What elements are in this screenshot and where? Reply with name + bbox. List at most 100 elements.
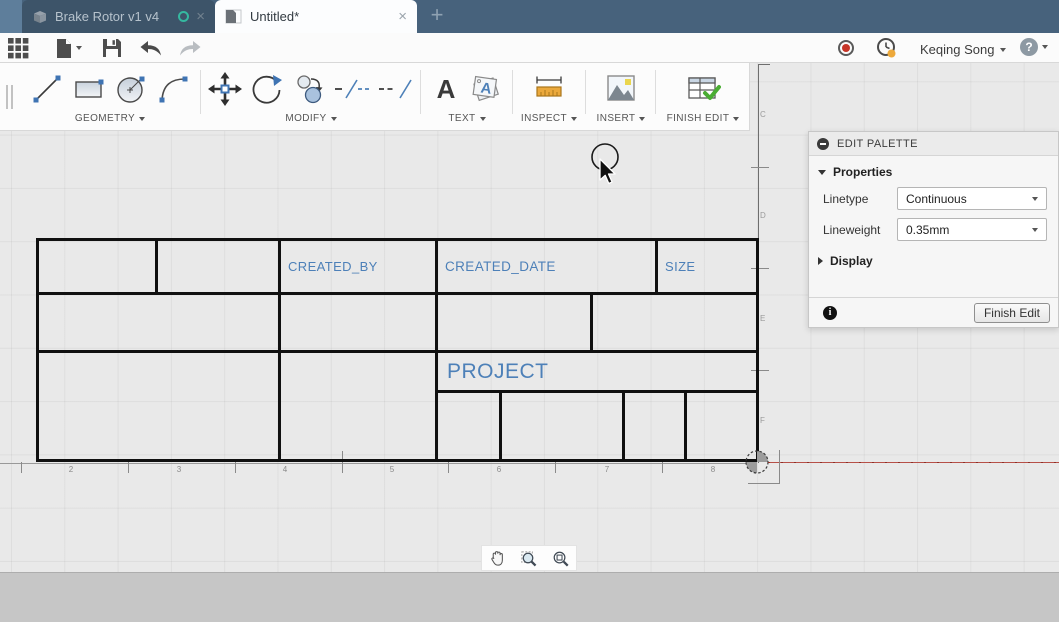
attribute-text-icon[interactable]: A	[467, 72, 503, 106]
ribbon-drag-handle[interactable]	[6, 85, 13, 109]
zone-number: 8	[710, 465, 716, 474]
title-block-cell[interactable]	[39, 241, 158, 292]
ribbon-toolbar: GEOMETRY MODIFY A A TEXT INSPECT INSERT …	[0, 63, 750, 131]
redo-icon[interactable]	[178, 37, 202, 59]
zone-letter: D	[760, 211, 766, 220]
chevron-down-icon	[639, 116, 646, 121]
group-label[interactable]: GEOMETRY	[75, 113, 135, 124]
zoom-icon[interactable]	[551, 549, 570, 568]
group-label[interactable]: TEXT	[448, 113, 475, 124]
pan-icon[interactable]	[488, 549, 507, 568]
window-bottom-bar	[0, 572, 1059, 622]
title-block-cell[interactable]: CREATED_BY	[281, 241, 438, 292]
zone-tick	[448, 462, 449, 473]
zone-letter: E	[760, 314, 766, 323]
copy-icon[interactable]	[291, 71, 327, 107]
display-section-header[interactable]: Display	[809, 245, 1058, 272]
rotate-icon[interactable]	[249, 71, 285, 107]
chevron-down-icon	[75, 46, 82, 50]
chevron-down-icon	[479, 116, 486, 121]
title-block-cell[interactable]	[625, 393, 687, 459]
arc-icon[interactable]	[155, 72, 191, 106]
lineweight-select[interactable]: 0.35mm	[897, 218, 1047, 241]
title-block-cell[interactable]	[158, 241, 281, 292]
save-icon[interactable]	[100, 37, 124, 59]
group-separator	[585, 70, 586, 114]
title-block-cell[interactable]	[281, 353, 438, 459]
chevron-down-icon	[1000, 47, 1007, 52]
info-icon[interactable]: i	[823, 305, 837, 320]
created-by-attribute[interactable]: CREATED_BY	[288, 259, 378, 274]
tab-untitled[interactable]: Untitled* ×	[215, 0, 417, 33]
group-finish-edit: FINISH EDIT	[658, 67, 748, 124]
new-tab-button[interactable]: +	[424, 2, 450, 30]
section-label: Properties	[833, 165, 893, 179]
finish-edit-icon[interactable]	[685, 73, 721, 105]
group-separator	[512, 70, 513, 114]
group-label[interactable]: INSPECT	[521, 113, 567, 124]
linetype-select[interactable]: Continuous	[897, 187, 1047, 210]
triangle-expanded-icon	[818, 169, 826, 175]
zone-number: 2	[68, 465, 74, 474]
user-menu[interactable]: Keqing Song	[920, 42, 1007, 57]
move-icon[interactable]	[207, 71, 243, 107]
finish-edit-button[interactable]: Finish Edit	[973, 302, 1050, 323]
clock-icon[interactable]	[874, 37, 898, 59]
insert-image-icon[interactable]	[604, 73, 638, 105]
trim-icon[interactable]	[333, 72, 371, 106]
record-icon[interactable]	[834, 37, 858, 59]
group-inspect: INSPECT	[514, 67, 584, 124]
title-block-cell[interactable]	[281, 295, 438, 350]
rectangle-icon[interactable]	[71, 72, 107, 106]
title-block-cell[interactable]: CREATED_DATE	[438, 241, 658, 292]
group-separator	[655, 70, 656, 114]
title-block-cell[interactable]	[39, 295, 281, 350]
app-grid-icon[interactable]	[6, 37, 30, 59]
collapse-icon[interactable]	[817, 137, 829, 150]
zone-tick	[555, 462, 556, 473]
file-new-icon[interactable]	[52, 37, 84, 59]
zone-tick	[235, 462, 236, 473]
properties-section-header[interactable]: Properties	[809, 156, 1058, 183]
edit-palette-header: EDIT PALETTE	[809, 132, 1058, 156]
zoom-window-icon[interactable]	[519, 549, 538, 568]
size-attribute[interactable]: SIZE	[665, 259, 696, 274]
chevron-down-icon	[330, 116, 337, 121]
title-block-row: CREATED_BY CREATED_DATE SIZE	[39, 241, 756, 295]
help-icon: ?	[1020, 38, 1038, 56]
text-icon[interactable]: A	[431, 73, 461, 105]
extend-icon[interactable]	[377, 72, 415, 106]
help-menu[interactable]: ?	[1020, 38, 1048, 56]
view-navigation-bar	[481, 545, 577, 571]
title-block[interactable]: CREATED_BY CREATED_DATE SIZE PROJECT	[36, 238, 759, 462]
group-label[interactable]: FINISH EDIT	[667, 113, 730, 124]
title-block-cell[interactable]: PROJECT	[438, 353, 756, 393]
zone-letter: F	[760, 416, 765, 425]
sheet-corner-mark	[748, 483, 780, 484]
close-icon[interactable]: ×	[398, 9, 407, 24]
measure-icon[interactable]	[532, 73, 566, 105]
line-icon[interactable]	[29, 72, 65, 106]
group-modify: MODIFY	[205, 67, 417, 124]
title-block-cell[interactable]	[502, 393, 625, 459]
title-block-cell[interactable]: SIZE	[658, 241, 756, 292]
title-block-cell[interactable]	[438, 295, 593, 350]
title-block-cell[interactable]	[593, 295, 756, 350]
close-icon[interactable]: ×	[196, 9, 205, 24]
zone-tick	[128, 462, 129, 473]
group-label[interactable]: MODIFY	[285, 113, 326, 124]
tab-brake-rotor[interactable]: Brake Rotor v1 v4 ×	[22, 0, 215, 33]
quick-access-toolbar: Keqing Song ?	[0, 33, 1059, 63]
group-insert: INSERT	[588, 67, 654, 124]
palette-title: EDIT PALETTE	[837, 137, 918, 150]
project-attribute[interactable]: PROJECT	[447, 360, 549, 384]
sheet-bottom-edge	[0, 462, 749, 464]
title-block-cell[interactable]	[438, 393, 502, 459]
undo-icon[interactable]	[139, 37, 163, 59]
group-separator	[420, 70, 421, 114]
created-date-attribute[interactable]: CREATED_DATE	[445, 259, 556, 274]
chevron-down-icon	[1032, 196, 1038, 201]
title-block-cell[interactable]	[39, 353, 281, 459]
group-label[interactable]: INSERT	[597, 113, 636, 124]
circle-icon[interactable]	[113, 71, 149, 107]
